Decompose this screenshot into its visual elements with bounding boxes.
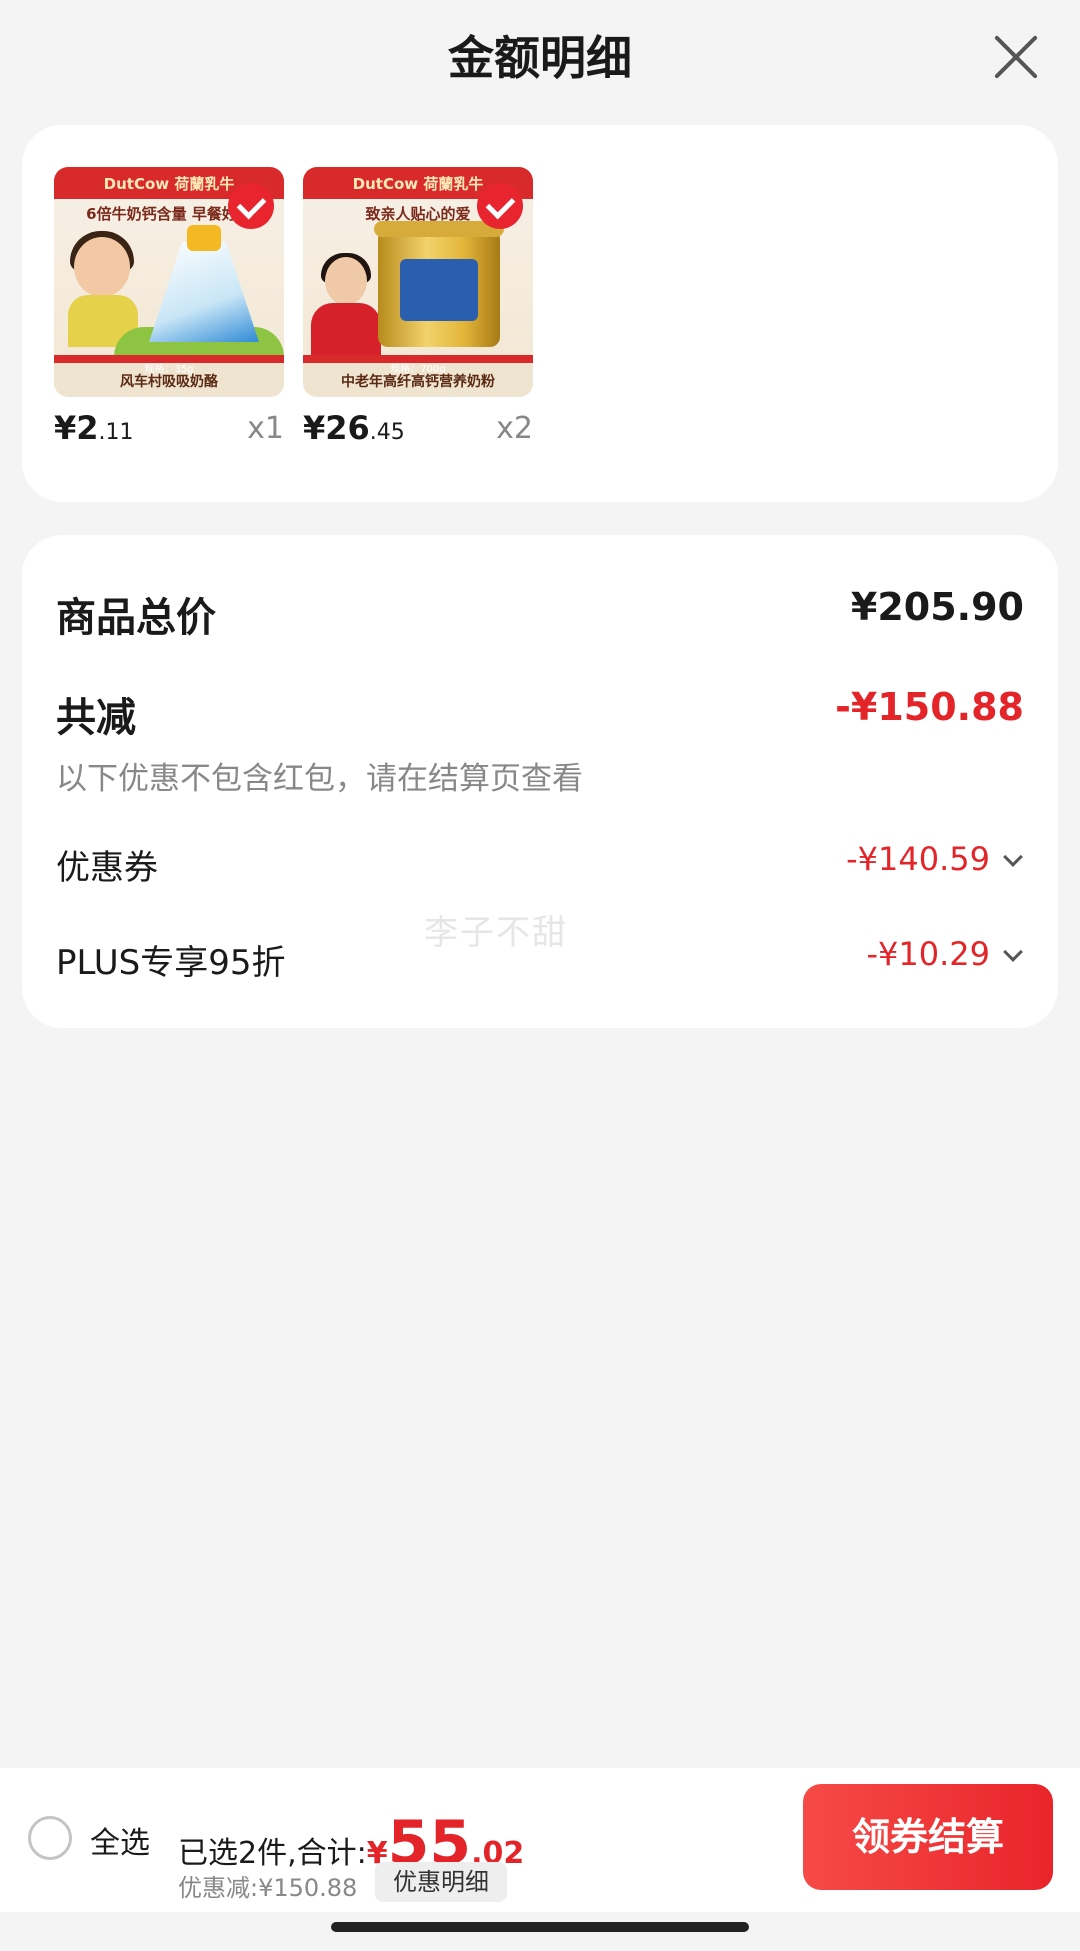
price-decimal: .11 xyxy=(98,420,134,445)
price-row: ¥2.11 x1 xyxy=(54,409,284,453)
pouch-cap-illustration xyxy=(187,225,221,251)
product-name: 中老年高纤高钙营养奶粉 xyxy=(341,374,495,390)
total-price-value: ¥205.90 xyxy=(850,585,1024,629)
header: 金额明细 xyxy=(0,0,1080,115)
total-reduction-row: 共减 -¥150.88 xyxy=(56,685,1024,745)
product-price: ¥26.45 xyxy=(303,409,405,447)
discount-amount-text: 优惠减:¥150.88 xyxy=(178,1874,358,1902)
product-item[interactable]: DutCow 荷蘭乳牛 致亲人贴心的爱 规格：700g 中老年高纤高钙营养奶粉 … xyxy=(303,167,533,447)
pouch-illustration xyxy=(149,242,259,342)
home-indicator[interactable] xyxy=(331,1922,749,1932)
total-reduction-value: -¥150.88 xyxy=(835,685,1024,729)
total-price-row: 商品总价 ¥205.90 xyxy=(56,585,1024,645)
product-name: 风车村吸吸奶酪 xyxy=(120,374,218,390)
product-image[interactable]: DutCow 荷蘭乳牛 致亲人贴心的爱 规格：700g 中老年高纤高钙营养奶粉 xyxy=(303,167,533,397)
plus-discount-label: PLUS专享95折 xyxy=(56,943,286,983)
discount-note: 以下优惠不包含红包，请在结算页查看 xyxy=(56,761,583,797)
price-integer: 26 xyxy=(325,409,370,447)
currency-symbol: ¥ xyxy=(54,409,77,447)
price-row: ¥26.45 x2 xyxy=(303,409,533,453)
selected-count-text: 已选2件,合计: xyxy=(178,1836,367,1871)
products-card: DutCow 荷蘭乳牛 6倍牛奶钙含量 早餐好伴 规格：35g 风车村吸吸奶酪 … xyxy=(22,125,1058,502)
page-title: 金额明细 xyxy=(448,31,632,85)
coupon-value: -¥140.59 xyxy=(846,840,990,878)
select-all-label[interactable]: 全选 xyxy=(90,1818,150,1862)
product-item[interactable]: DutCow 荷蘭乳牛 6倍牛奶钙含量 早餐好伴 规格：35g 风车村吸吸奶酪 … xyxy=(54,167,284,447)
total-price-label: 商品总价 xyxy=(56,595,216,641)
discount-note-row: 以下优惠不包含红包，请在结算页查看 xyxy=(56,753,1024,797)
product-quantity: x2 xyxy=(496,411,533,446)
select-all-radio[interactable] xyxy=(28,1816,72,1860)
checkout-button[interactable]: 领券结算 xyxy=(803,1784,1053,1890)
product-price: ¥2.11 xyxy=(54,409,134,447)
price-integer: 2 xyxy=(76,409,99,447)
summary-card: 商品总价 ¥205.90 共减 -¥150.88 以下优惠不包含红包，请在结算页… xyxy=(22,535,1058,1028)
bottom-checkout-bar: 全选 已选2件,合计:¥55.02 优惠减:¥150.88 优惠明细 领券结算 xyxy=(0,1768,1080,1912)
total-reduction-label: 共减 xyxy=(56,695,136,741)
check-icon[interactable] xyxy=(228,183,274,229)
product-image[interactable]: DutCow 荷蘭乳牛 6倍牛奶钙含量 早餐好伴 规格：35g 风车村吸吸奶酪 xyxy=(54,167,284,397)
currency-symbol: ¥ xyxy=(303,409,326,447)
watermark: 李子不甜 xyxy=(424,913,568,953)
woman-illustration xyxy=(311,253,381,357)
milk-powder-can-illustration xyxy=(374,221,504,347)
coupon-row[interactable]: 优惠券 -¥140.59 xyxy=(56,840,1024,890)
price-decimal: .45 xyxy=(369,420,405,445)
product-quantity: x1 xyxy=(247,411,284,446)
plus-discount-value: -¥10.29 xyxy=(866,935,990,973)
check-icon[interactable] xyxy=(477,183,523,229)
coupon-label: 优惠券 xyxy=(56,848,158,888)
close-icon[interactable] xyxy=(992,32,1040,80)
discount-detail-button[interactable]: 优惠明细 xyxy=(375,1862,507,1902)
